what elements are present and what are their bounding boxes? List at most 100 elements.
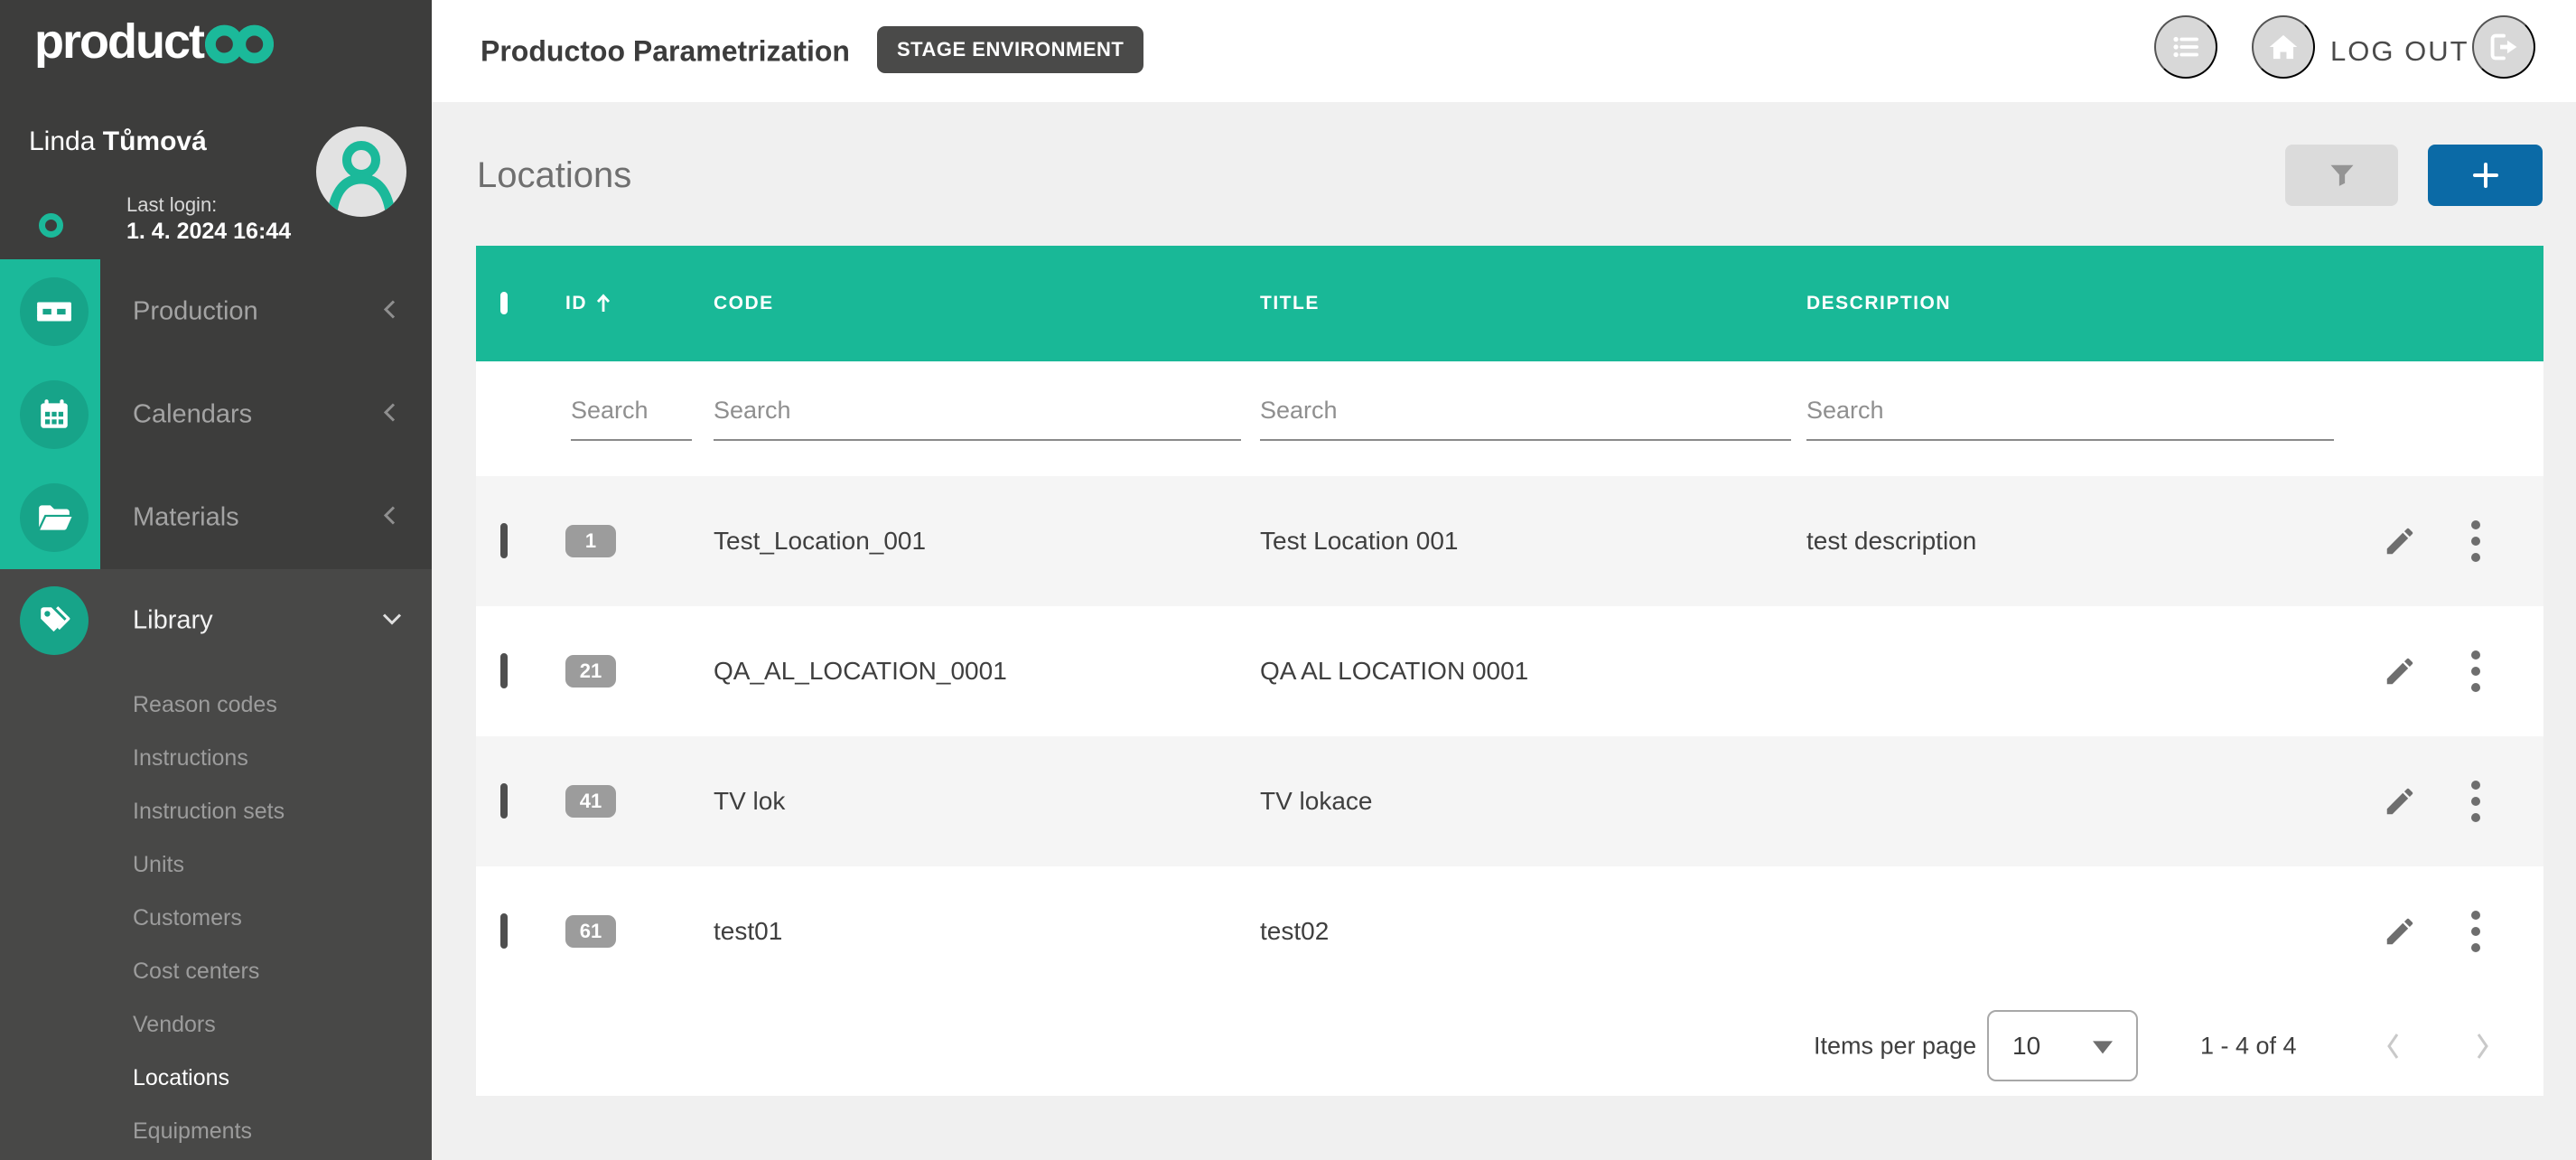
page-title: Locations — [477, 155, 631, 196]
pencil-icon — [2383, 654, 2417, 688]
previous-page-button[interactable] — [2384, 1030, 2403, 1062]
next-page-button[interactable] — [2472, 1030, 2492, 1062]
column-header-label: ID — [565, 293, 587, 314]
cell-code: QA_AL_LOCATION_0001 — [710, 657, 1256, 686]
sidebar-item-library[interactable]: Library — [0, 569, 432, 672]
sidebar-item-label: Calendars — [133, 400, 252, 430]
column-header-id[interactable]: ID — [551, 293, 710, 314]
sidebar-item-reason-codes[interactable]: Reason codes — [0, 678, 432, 732]
cell-description: test description — [1803, 527, 2339, 556]
brand-logo[interactable]: product — [34, 16, 274, 67]
search-input-title[interactable] — [1260, 397, 1791, 441]
folder-open-icon[interactable] — [20, 483, 89, 552]
sort-ascending-icon — [596, 293, 611, 314]
column-header-description[interactable]: DESCRIPTION — [1803, 293, 2339, 314]
edit-button[interactable] — [2383, 654, 2417, 688]
app-root: product Linda Tůmová Last login: 1. 4. 2… — [0, 0, 2576, 1160]
sidebar: product Linda Tůmová Last login: 1. 4. 2… — [0, 0, 432, 1160]
sign-out-icon — [2488, 33, 2519, 61]
table-row[interactable]: 21 QA_AL_LOCATION_0001 QA AL LOCATION 00… — [476, 606, 2543, 736]
user-status-ring-icon — [39, 213, 63, 238]
calendar-icon[interactable] — [20, 380, 89, 449]
menu-list-button[interactable] — [2154, 15, 2217, 79]
id-badge: 41 — [565, 785, 616, 818]
table-row[interactable]: 1 Test_Location_001 Test Location 001 te… — [476, 476, 2543, 606]
chevron-left-icon — [379, 297, 401, 327]
sidebar-item-equipments[interactable]: Equipments — [0, 1105, 432, 1158]
search-input-id[interactable] — [571, 397, 692, 441]
items-per-page-value: 10 — [2012, 1032, 2040, 1061]
kebab-menu-icon — [2470, 649, 2481, 694]
last-login-label: Last login: — [126, 193, 217, 217]
chevron-right-icon — [2472, 1030, 2492, 1062]
brand-logo-text: product — [34, 17, 203, 66]
sidebar-item-vendors[interactable]: Vendors — [0, 998, 432, 1052]
row-menu-button[interactable] — [2470, 519, 2481, 564]
cell-title: Test Location 001 — [1256, 527, 1803, 556]
column-header-title[interactable]: TITLE — [1256, 293, 1803, 314]
kebab-menu-icon — [2470, 909, 2481, 954]
row-checkbox[interactable] — [500, 523, 508, 558]
cell-code: Test_Location_001 — [710, 527, 1256, 556]
select-all-checkbox[interactable] — [500, 292, 508, 314]
filter-button[interactable] — [2285, 145, 2398, 206]
edit-button[interactable] — [2383, 784, 2417, 819]
plus-icon — [2471, 161, 2500, 190]
items-per-page-select[interactable]: 10 — [1987, 1010, 2138, 1081]
pallet-icon[interactable] — [20, 277, 89, 346]
kebab-menu-icon — [2470, 519, 2481, 564]
row-menu-button[interactable] — [2470, 909, 2481, 954]
sidebar-item-production[interactable]: Production — [0, 260, 432, 363]
chevron-left-icon — [2384, 1030, 2403, 1062]
logout-label[interactable]: LOG OUT — [2330, 35, 2469, 68]
cell-code: test01 — [710, 917, 1256, 946]
edit-button[interactable] — [2383, 914, 2417, 949]
sidebar-item-calendars[interactable]: Calendars — [0, 363, 432, 466]
column-header-code[interactable]: CODE — [710, 293, 1256, 314]
cell-title: test02 — [1256, 917, 1803, 946]
tags-icon[interactable] — [20, 586, 89, 655]
row-checkbox[interactable] — [500, 913, 508, 949]
table-search-row — [476, 361, 2543, 476]
sidebar-item-materials[interactable]: Materials — [0, 466, 432, 569]
pencil-icon — [2383, 524, 2417, 558]
add-location-button[interactable] — [2428, 145, 2543, 206]
funnel-icon — [2329, 163, 2356, 188]
sidebar-item-instruction-sets[interactable]: Instruction sets — [0, 785, 432, 838]
user-avatar[interactable] — [316, 126, 406, 217]
sidebar-item-instructions[interactable]: Instructions — [0, 732, 432, 785]
logout-button[interactable] — [2472, 15, 2535, 79]
user-first-name: Linda — [29, 126, 103, 156]
home-button[interactable] — [2252, 15, 2315, 79]
caret-down-icon — [2093, 1041, 2113, 1053]
brand-logo-infinity-icon — [205, 22, 274, 67]
chevron-left-icon — [379, 503, 401, 533]
pencil-icon — [2383, 784, 2417, 819]
table-row[interactable]: 41 TV lok TV lokace — [476, 736, 2543, 866]
row-menu-button[interactable] — [2470, 649, 2481, 694]
sidebar-item-units[interactable]: Units — [0, 838, 432, 892]
table-row[interactable]: 61 test01 test02 — [476, 866, 2543, 996]
cell-title: QA AL LOCATION 0001 — [1256, 657, 1803, 686]
cell-title: TV lokace — [1256, 787, 1803, 816]
sidebar-item-customers[interactable]: Customers — [0, 892, 432, 945]
search-input-description[interactable] — [1806, 397, 2334, 441]
home-icon — [2267, 33, 2300, 61]
person-icon — [316, 126, 406, 217]
sidebar-item-cost-centers[interactable]: Cost centers — [0, 945, 432, 998]
row-checkbox[interactable] — [500, 783, 508, 819]
id-badge: 1 — [565, 525, 616, 557]
list-icon — [2170, 33, 2201, 61]
user-name: Linda Tůmová — [29, 126, 207, 157]
table-header-row: ID CODE TITLE DESCRIPTION — [476, 246, 2543, 361]
search-input-code[interactable] — [714, 397, 1241, 441]
table-pagination: Items per page 10 1 - 4 of 4 — [476, 996, 2543, 1096]
id-badge: 61 — [565, 915, 616, 948]
pencil-icon — [2383, 914, 2417, 949]
environment-badge: STAGE ENVIRONMENT — [877, 26, 1143, 73]
sidebar-item-locations[interactable]: Locations — [0, 1052, 432, 1105]
chevron-left-icon — [379, 400, 401, 430]
edit-button[interactable] — [2383, 524, 2417, 558]
row-checkbox[interactable] — [500, 653, 508, 688]
row-menu-button[interactable] — [2470, 779, 2481, 824]
